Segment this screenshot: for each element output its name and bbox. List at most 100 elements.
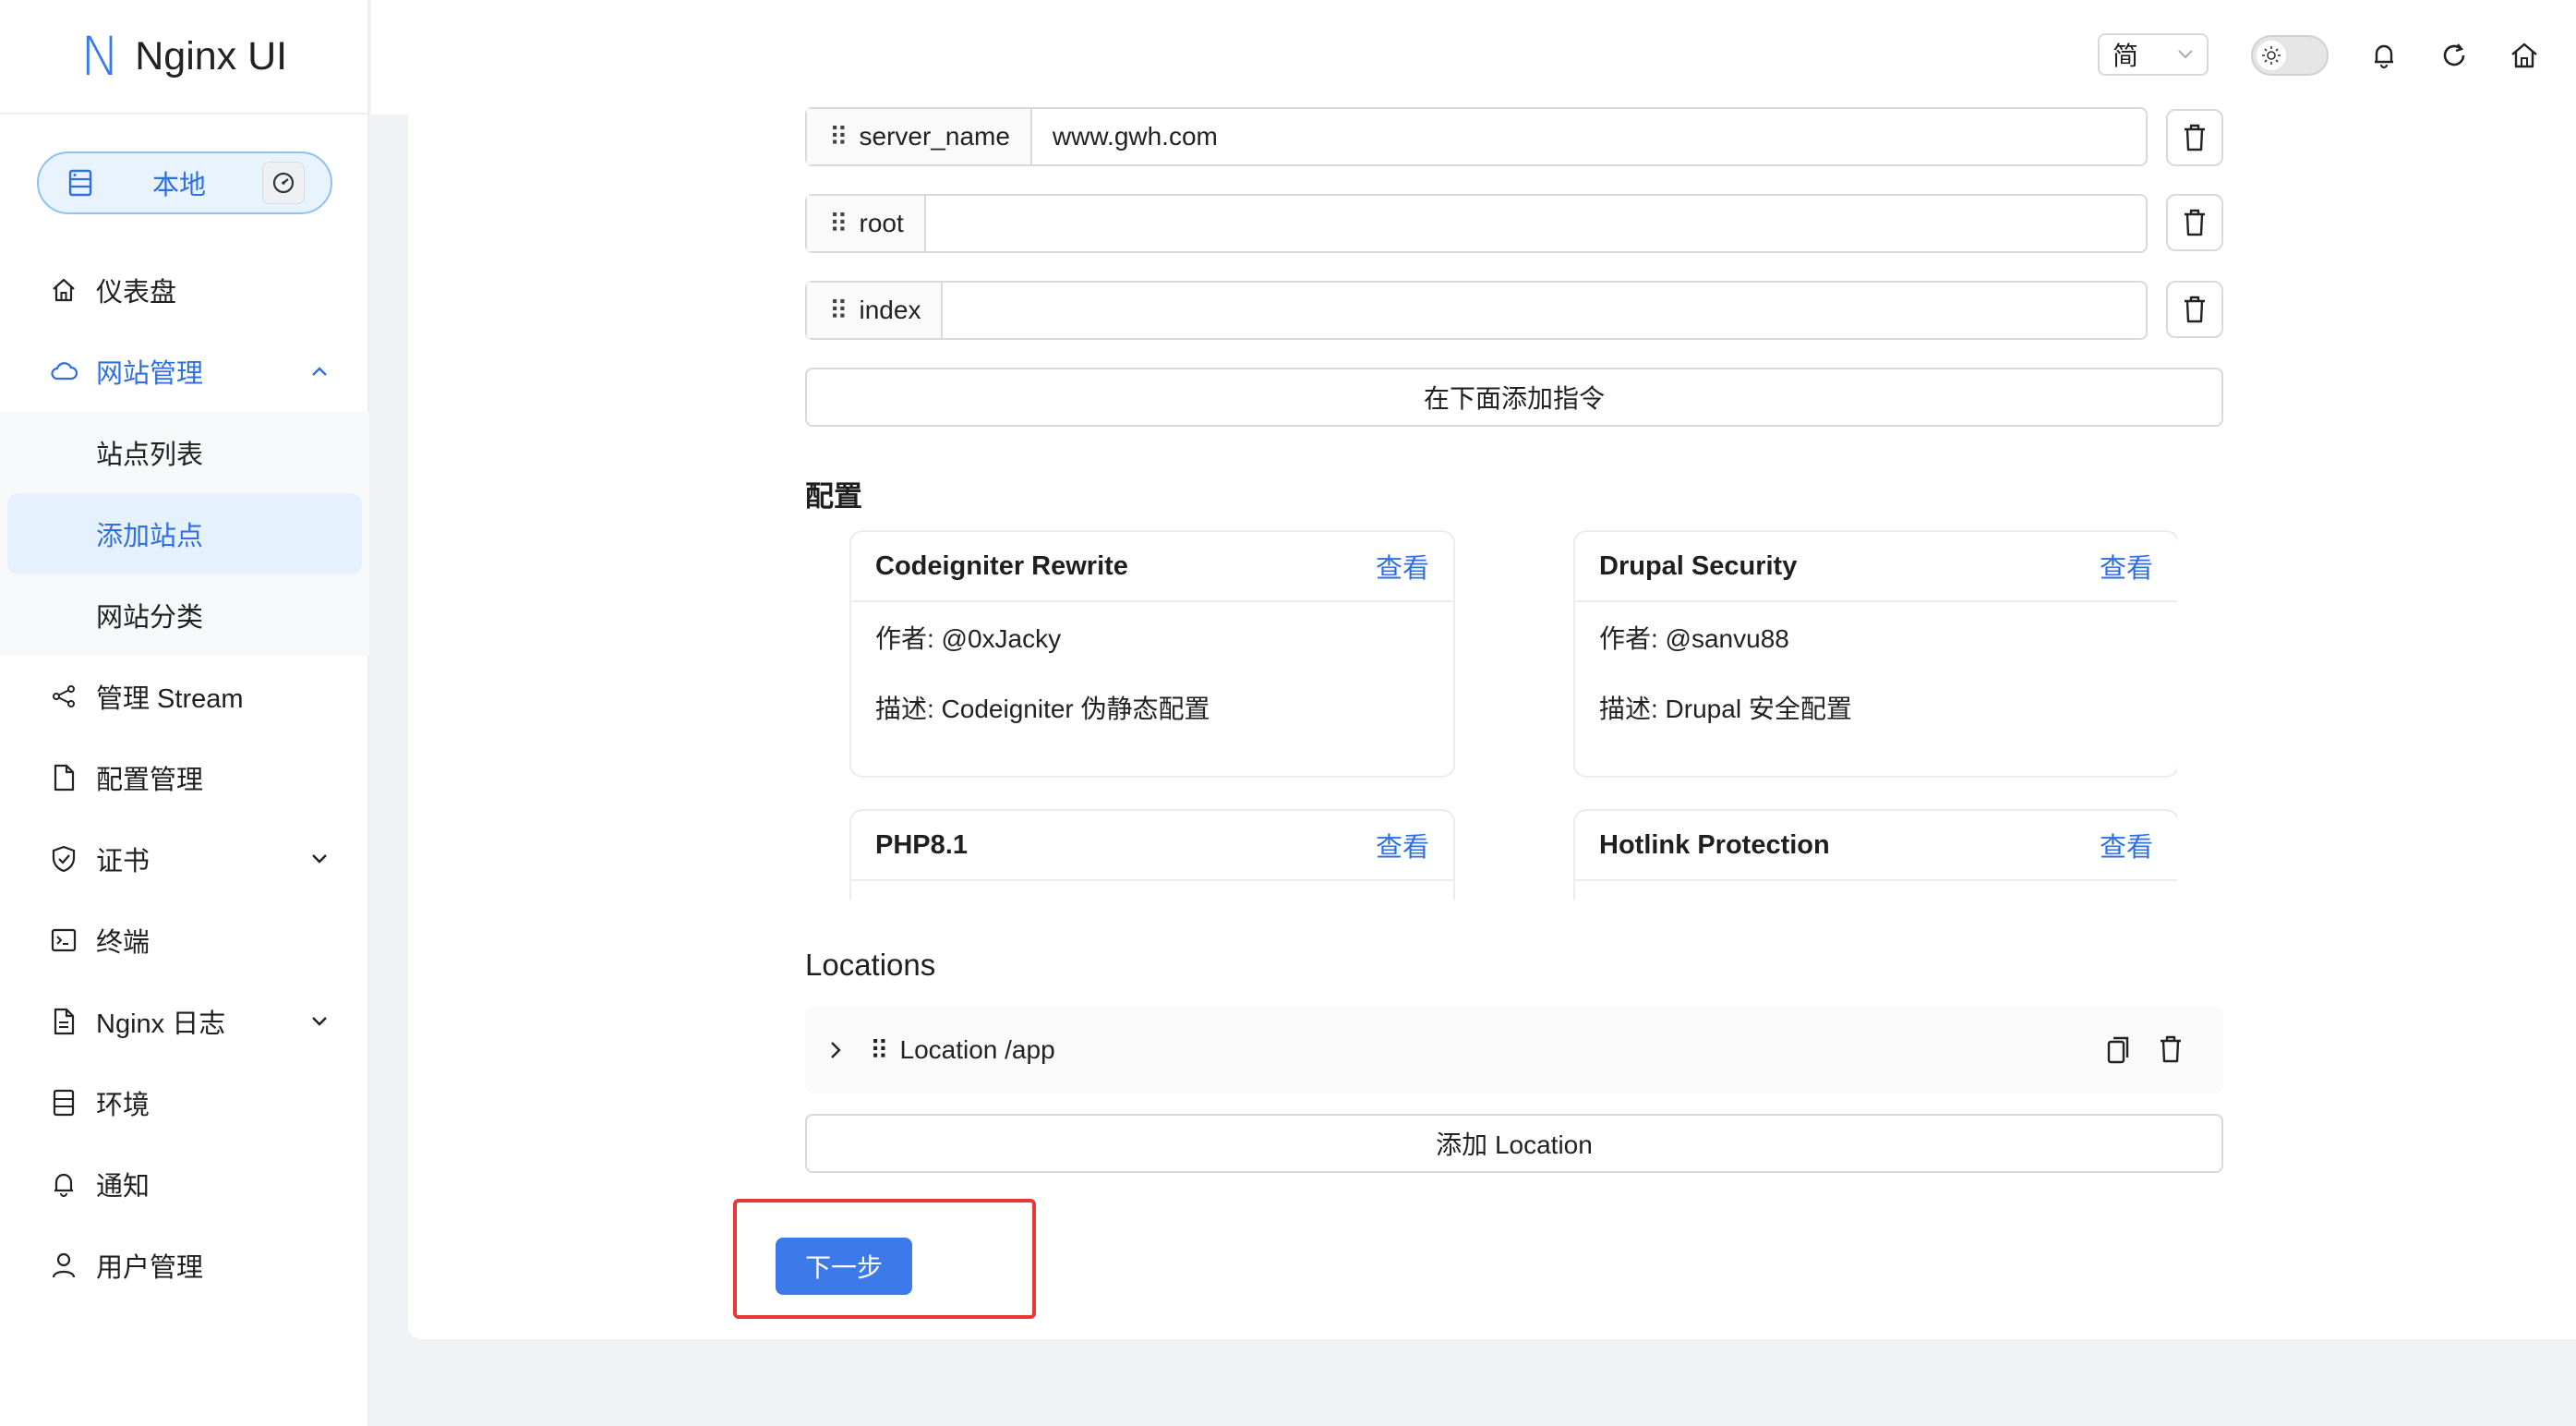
sidebar-item-environment[interactable]: 环境	[0, 1062, 369, 1143]
bell-icon[interactable]	[2367, 39, 2401, 72]
sidebar-item-stream[interactable]: 管理 Stream	[0, 656, 369, 737]
sidebar-item-site-list[interactable]: 站点列表	[0, 412, 369, 493]
sidebar-item-label: Nginx 日志	[96, 1009, 226, 1039]
directive-row: ⠿ index	[805, 281, 2148, 340]
sidebar-item-label: 添加站点	[96, 522, 204, 551]
app-logo[interactable]: N Nginx UI	[0, 0, 367, 115]
cloud-icon	[48, 356, 79, 387]
locations-title: Locations	[805, 948, 936, 982]
share-icon	[48, 681, 79, 712]
reload-icon[interactable]	[2438, 39, 2471, 72]
directive-name-label: index	[859, 296, 921, 324]
sidebar-item-label: 通知	[96, 1172, 150, 1202]
sidebar-item-label: 网站管理	[96, 359, 204, 389]
card-title: Hotlink Protection	[1599, 829, 1830, 860]
sidebar-item-label: 站点列表	[96, 441, 204, 470]
config-template-card: Codeigniter Rewrite 查看 作者: @0xJacky 描述: …	[849, 530, 1455, 778]
file-icon	[48, 762, 79, 793]
view-link[interactable]: 查看	[1376, 826, 1429, 864]
config-template-card: Drupal Security 查看 作者: @sanvu88 描述: Drup…	[1573, 530, 2177, 778]
drag-handle-icon[interactable]: ⠿	[829, 296, 849, 326]
view-link[interactable]: 查看	[1376, 547, 1429, 586]
delete-directive-button[interactable]	[2166, 281, 2223, 338]
card-title: PHP8.1	[875, 829, 968, 860]
card-title: Codeigniter Rewrite	[875, 550, 1128, 581]
sidebar: N Nginx UI 本地 仪表盘 网站管理 站点列表 添加站点 网站分类 管理…	[0, 0, 369, 1426]
home-icon[interactable]	[2508, 39, 2541, 72]
user-icon	[48, 1250, 79, 1281]
sidebar-item-terminal[interactable]: 终端	[0, 900, 369, 981]
delete-directive-button[interactable]	[2166, 109, 2223, 166]
trash-icon	[2185, 296, 2205, 323]
language-select[interactable]: 简	[2098, 33, 2209, 76]
nginx-logo-icon: N	[79, 25, 121, 88]
view-link[interactable]: 查看	[2100, 826, 2153, 864]
sidebar-item-dashboard[interactable]: 仪表盘	[0, 249, 369, 331]
server-icon	[65, 167, 96, 199]
sidebar-item-label: 网站分类	[96, 603, 204, 633]
sidebar-item-label: 配置管理	[96, 766, 204, 795]
sidebar-item-notifications[interactable]: 通知	[0, 1143, 369, 1225]
add-directive-button[interactable]: 在下面添加指令	[805, 368, 2223, 427]
sidebar-item-certificates[interactable]: 证书	[0, 818, 369, 900]
node-label: 本地	[151, 171, 206, 200]
drag-handle-icon[interactable]: ⠿	[829, 122, 849, 152]
drag-handle-icon[interactable]: ⠿	[829, 209, 849, 239]
card-title: Drupal Security	[1599, 550, 1798, 581]
trash-icon	[2185, 124, 2205, 151]
sidebar-item-users[interactable]: 用户管理	[0, 1225, 369, 1306]
chevron-down-icon	[2177, 50, 2194, 59]
sidebar-item-site-category[interactable]: 网站分类	[0, 574, 369, 656]
directive-name[interactable]: ⠿ index	[807, 283, 944, 338]
sites-submenu: 站点列表 添加站点 网站分类	[0, 412, 369, 656]
terminal-icon	[48, 924, 79, 956]
config-section-title: 配置	[805, 480, 862, 513]
sun-icon	[2257, 41, 2286, 70]
database-icon	[48, 1087, 79, 1118]
chevron-down-icon	[310, 981, 329, 1062]
config-template-list[interactable]: Codeigniter Rewrite 查看 作者: @0xJacky 描述: …	[848, 530, 2177, 900]
directive-name[interactable]: ⠿ root	[807, 196, 926, 251]
location-label: Location /app	[899, 1035, 1055, 1064]
sidebar-item-config[interactable]: 配置管理	[0, 737, 369, 818]
language-value: 简	[2113, 42, 2139, 70]
sidebar-item-sites[interactable]: 网站管理	[0, 331, 369, 412]
trash-icon	[2185, 209, 2205, 236]
file-text-icon	[48, 1006, 79, 1037]
sidebar-menu: 仪表盘 网站管理 站点列表 添加站点 网站分类 管理 Stream 配置管理 证…	[0, 249, 369, 1306]
sidebar-item-label: 终端	[96, 928, 150, 958]
drag-handle-icon[interactable]: ⠿	[870, 1035, 889, 1066]
delete-directive-button[interactable]	[2166, 194, 2223, 251]
config-template-card: PHP8.1 查看	[849, 809, 1455, 900]
location-item[interactable]: ⠿ Location /app	[805, 1007, 2223, 1094]
sidebar-item-label: 证书	[96, 847, 150, 876]
chevron-down-icon	[310, 818, 329, 900]
view-link[interactable]: 查看	[2100, 547, 2153, 586]
sidebar-item-label: 环境	[96, 1091, 150, 1120]
card-author: 作者: @sanvu88	[1599, 624, 1789, 653]
home-icon	[48, 274, 79, 306]
node-selector[interactable]: 本地	[37, 151, 332, 214]
sidebar-item-label: 管理 Stream	[96, 684, 244, 714]
directive-name-label: root	[859, 209, 904, 237]
top-header	[371, 0, 2576, 115]
app-title: Nginx UI	[135, 33, 288, 79]
sidebar-item-label: 用户管理	[96, 1253, 204, 1283]
sidebar-item-nginx-log[interactable]: Nginx 日志	[0, 981, 369, 1062]
next-step-button[interactable]: 下一步	[776, 1238, 912, 1295]
directive-value-input[interactable]: www.gwh.com	[1032, 109, 2146, 164]
copy-icon[interactable]	[2105, 1035, 2131, 1065]
dashboard-gauge-icon[interactable]	[262, 162, 305, 204]
sidebar-item-add-site[interactable]: 添加站点	[7, 493, 362, 574]
directive-value-input[interactable]	[926, 196, 2146, 251]
directive-value-input[interactable]	[943, 283, 2146, 338]
shield-check-icon	[48, 843, 79, 875]
directive-row: ⠿ server_name www.gwh.com	[805, 107, 2148, 166]
theme-toggle[interactable]	[2251, 35, 2329, 76]
add-location-button[interactable]: 添加 Location	[805, 1114, 2223, 1173]
bell-icon	[48, 1168, 79, 1200]
directive-name[interactable]: ⠿ server_name	[807, 109, 1032, 164]
config-template-card: Hotlink Protection 查看	[1573, 809, 2177, 900]
trash-icon[interactable]	[2159, 1035, 2183, 1065]
chevron-right-icon[interactable]	[829, 1040, 842, 1060]
